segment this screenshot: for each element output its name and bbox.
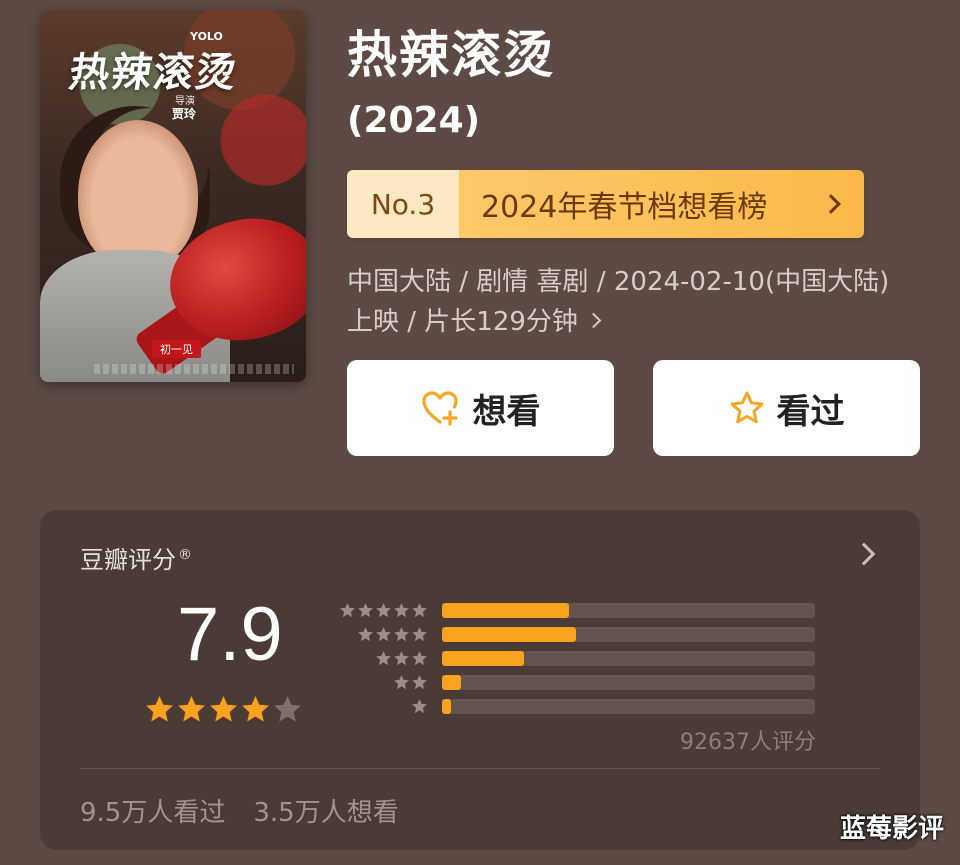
rating-stars bbox=[144, 694, 303, 725]
heart-plus-icon bbox=[421, 391, 458, 426]
star-icon bbox=[376, 650, 391, 665]
rating-bar-row bbox=[336, 622, 815, 646]
meta-line-1: 中国大陆 / 剧情 喜剧 / 2024-02-10(中国大陆) bbox=[347, 267, 890, 297]
want-to-watch-button[interactable]: 想看 bbox=[347, 360, 614, 456]
star-filled-icon bbox=[210, 695, 237, 722]
want-to-watch-label: 想看 bbox=[472, 391, 541, 432]
poster-face bbox=[78, 120, 198, 270]
rating-bar-track bbox=[442, 626, 815, 642]
star-icon bbox=[412, 650, 427, 665]
ranking-number: No.3 bbox=[347, 170, 459, 238]
star-icon bbox=[394, 626, 409, 641]
movie-meta[interactable]: 中国大陆 / 剧情 喜剧 / 2024-02-10(中国大陆) 上映 / 片长1… bbox=[347, 262, 927, 342]
rating-distribution bbox=[336, 598, 815, 718]
star-icon bbox=[376, 626, 391, 641]
rating-bar-row bbox=[336, 670, 815, 694]
rating-footer: 9.5万人看过 3.5万人想看 bbox=[80, 792, 399, 829]
want-count: 3.5万人想看 bbox=[253, 798, 399, 828]
ranking-label: 2024年春节档想看榜 bbox=[481, 190, 768, 225]
rating-bar-stars bbox=[336, 698, 428, 715]
rating-bar-stars bbox=[336, 626, 428, 643]
ranking-banner[interactable]: No.3 2024年春节档想看榜 bbox=[347, 170, 864, 238]
star-icon bbox=[394, 674, 409, 689]
chevron-right-icon[interactable] bbox=[852, 542, 876, 566]
rating-bar-fill bbox=[442, 650, 525, 666]
star-icon bbox=[376, 602, 391, 617]
watermark: 蓝莓影评 bbox=[839, 814, 944, 844]
rating-title-text: 豆瓣评分 bbox=[80, 546, 176, 574]
star-icon bbox=[358, 602, 373, 617]
star-icon bbox=[394, 650, 409, 665]
movie-title: 热辣滚烫 bbox=[347, 26, 555, 84]
meta-line-2: 上映 / 片长129分钟 bbox=[347, 307, 578, 337]
star-icon bbox=[340, 602, 355, 617]
meta-line-2-wrap: 上映 / 片长129分钟 bbox=[347, 302, 927, 342]
rating-bar-fill bbox=[442, 626, 577, 642]
rating-bar-row bbox=[336, 694, 815, 718]
watched-button[interactable]: 看过 bbox=[653, 360, 920, 456]
chevron-right-icon bbox=[585, 312, 602, 329]
rating-card[interactable]: 豆瓣评分 ® 7.9 92637人评分 9.5万人看过 3.5万人想看 bbox=[40, 510, 920, 850]
rating-bar-track bbox=[442, 674, 815, 690]
poster-badge: 初一见 bbox=[152, 340, 201, 358]
star-filled-icon bbox=[178, 695, 205, 722]
poster-director: 贾玲 bbox=[172, 107, 197, 121]
rating-title: 豆瓣评分 ® bbox=[80, 540, 192, 575]
star-icon bbox=[358, 626, 373, 641]
star-icon bbox=[394, 602, 409, 617]
rating-bar-fill bbox=[442, 602, 569, 618]
star-filled-icon bbox=[146, 695, 173, 722]
rating-bar-track bbox=[442, 650, 815, 666]
rating-bar-stars bbox=[336, 674, 428, 691]
star-icon bbox=[412, 698, 427, 713]
star-icon bbox=[412, 602, 427, 617]
rating-bar-track bbox=[442, 602, 815, 618]
seen-count: 9.5万人看过 bbox=[80, 798, 226, 828]
watched-label: 看过 bbox=[776, 391, 845, 432]
rating-bar-stars bbox=[336, 650, 428, 667]
rating-bar-stars bbox=[336, 602, 428, 619]
ranking-label-wrap: 2024年春节档想看榜 bbox=[459, 170, 864, 238]
rating-bar-track bbox=[442, 698, 815, 714]
poster-title-art: 热辣滚烫 bbox=[66, 49, 241, 96]
star-empty-icon bbox=[274, 695, 301, 722]
star-icon bbox=[412, 626, 427, 641]
movie-poster[interactable]: YOLO 热辣滚烫 导演 贾玲 初一见 bbox=[40, 10, 306, 382]
divider bbox=[80, 768, 880, 769]
movie-year: (2024) bbox=[347, 100, 481, 141]
rating-vote-count: 92637人评分 bbox=[680, 730, 816, 755]
chevron-right-icon bbox=[821, 194, 841, 214]
rating-bar-row bbox=[336, 646, 815, 670]
rating-bar-row bbox=[336, 598, 815, 622]
rating-bar-fill bbox=[442, 674, 461, 690]
star-outline-icon bbox=[730, 391, 763, 424]
star-filled-icon bbox=[242, 695, 269, 722]
registered-mark: ® bbox=[178, 547, 192, 563]
star-icon bbox=[412, 674, 427, 689]
rating-score: 7.9 bbox=[177, 592, 283, 677]
poster-credits bbox=[94, 364, 294, 374]
rating-bar-fill bbox=[442, 698, 452, 714]
